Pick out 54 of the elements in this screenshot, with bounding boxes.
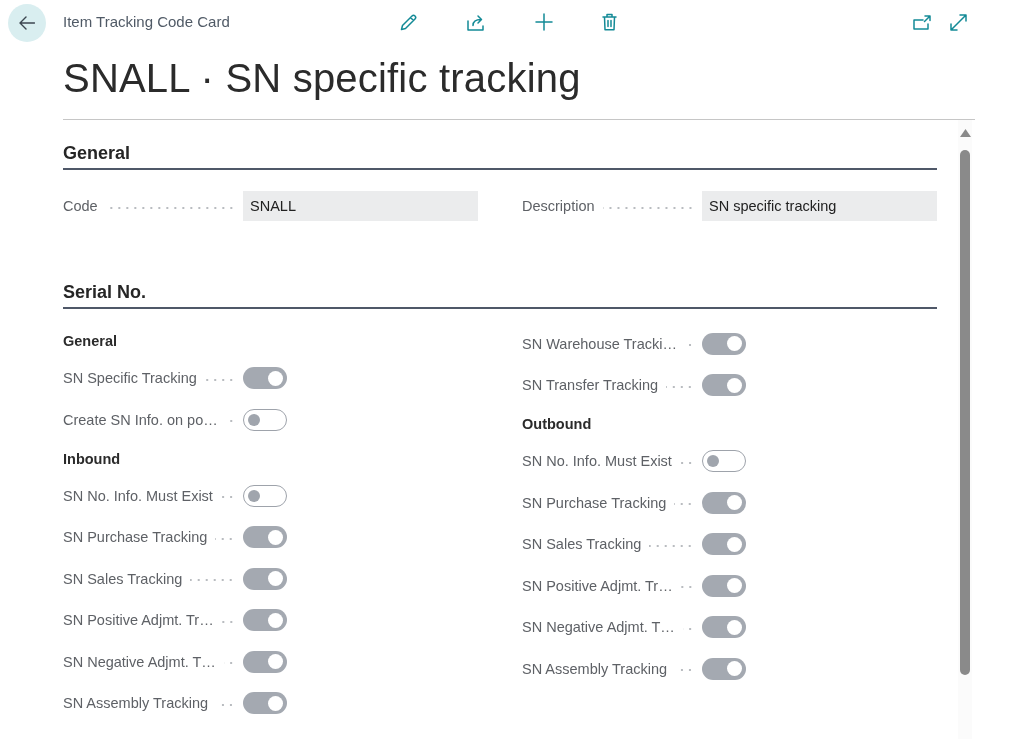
field-label: SN No. Info. Must Exist [63,487,213,504]
field-label: SN Sales Tracking [522,536,642,553]
scrollbar[interactable] [958,120,972,739]
group-heading: General [63,332,118,351]
field-label: SN Purchase Tracking [522,494,667,511]
toggle-switch[interactable] [702,533,746,556]
diagonal-arrows-icon[interactable] [950,13,967,31]
group-heading: Outbound [522,415,593,434]
pencil-icon[interactable] [400,13,418,31]
field-label: SN Warehouse Tracki… [522,335,677,352]
toggle-switch[interactable] [702,374,746,397]
field-label: SN Purchase Tracking [63,529,208,546]
plus-icon[interactable] [535,13,553,31]
text-field[interactable]: SN specific tracking [702,191,937,221]
toggle-switch[interactable] [243,367,287,390]
text-field[interactable]: SNALL [243,191,478,221]
field-label: SN Specific Tracking [63,370,197,387]
scrollbar-thumb[interactable] [960,150,970,675]
window-arrow-icon[interactable] [913,14,931,30]
field-label: SN Sales Tracking [63,570,183,587]
page-title: SNALL · SN specific tracking [63,55,582,102]
section-heading: General [63,141,937,170]
group-heading: Inbound [63,449,122,469]
toggle-switch[interactable] [243,408,287,431]
field-label: SN Negative Adjmt. T… [522,619,675,636]
field-label: Create SN Info. on po… [63,411,218,428]
trash-icon[interactable] [602,13,617,31]
toggle-switch[interactable] [243,692,287,715]
toggle-switch[interactable] [702,491,746,514]
field-label: SN Positive Adjmt. Tr… [522,577,673,594]
back-button[interactable] [8,4,46,42]
left-arrow-icon [19,16,35,30]
toggle-switch[interactable] [243,526,287,549]
toggle-switch[interactable] [702,657,746,680]
field-label: SN Negative Adjmt. T… [63,653,216,670]
page-caption: Item Tracking Code Card [63,13,230,30]
field-label: Description [522,198,595,214]
share-icon[interactable] [467,13,486,31]
toggle-switch[interactable] [702,574,746,597]
field-label: SN Assembly Tracking [522,660,668,677]
toggle-switch[interactable] [243,567,287,590]
scroll-up-icon[interactable] [959,129,971,137]
field-label: SN Assembly Tracking [63,695,209,712]
section-heading: Serial No. [63,280,937,309]
toggle-switch[interactable] [702,332,746,355]
toggle-switch[interactable] [243,484,287,507]
toggle-switch[interactable] [702,450,746,473]
field-label: Code [63,198,98,214]
field-label: SN Transfer Tracking [522,377,659,394]
toggle-switch[interactable] [702,616,746,639]
toggle-switch[interactable] [243,650,287,673]
field-label: SN No. Info. Must Exist [522,453,672,470]
field-label: SN Positive Adjmt. Tr… [63,612,214,629]
toggle-switch[interactable] [243,609,287,632]
